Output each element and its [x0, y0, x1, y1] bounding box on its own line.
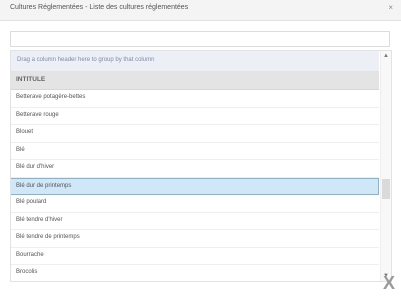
row-text: Blé dur d'hiver — [16, 164, 55, 170]
table-row[interactable]: Brocolis — [11, 265, 379, 281]
vertical-scrollbar[interactable]: ▲ ▼ — [380, 51, 391, 281]
table-row[interactable]: Blé poulard — [11, 195, 379, 213]
table-row[interactable]: Betterave potagère-bettes — [11, 90, 379, 108]
row-text: Blé poulard — [16, 199, 47, 205]
data-grid: Drag a column header here to group by th… — [10, 50, 392, 282]
group-panel-text: Drag a column header here to group by th… — [17, 57, 155, 63]
row-text: Blé tendre d'hiver — [16, 216, 63, 223]
search-input[interactable] — [10, 31, 390, 47]
row-text: Blé — [16, 146, 25, 153]
row-text: Bourrache — [16, 251, 44, 258]
table-row[interactable]: Betterave rouge — [11, 108, 379, 125]
scroll-up-icon[interactable]: ▲ — [383, 53, 389, 59]
grid-rows: Betterave potagère-bettes Betterave roug… — [11, 90, 379, 281]
table-row[interactable]: Blé tendre de printemps — [11, 230, 379, 248]
table-row[interactable]: Blé — [11, 143, 379, 160]
dialog-titlebar: Cultures Réglementées - Liste des cultur… — [0, 0, 401, 21]
dialog-title: Cultures Réglementées - Liste des cultur… — [10, 4, 189, 11]
row-text: Blé tendre de printemps — [16, 234, 80, 240]
table-row[interactable]: Blé dur d'hiver — [11, 160, 379, 178]
row-text: Blouet — [16, 129, 34, 135]
scrollbar-thumb[interactable] — [382, 179, 390, 199]
group-panel[interactable]: Drag a column header here to group by th… — [11, 51, 379, 72]
table-row[interactable]: Blouet — [11, 125, 379, 143]
close-button[interactable]: X — [383, 273, 395, 294]
table-row[interactable]: Bourrache — [11, 248, 379, 265]
dialog: Cultures Réglementées - Liste des cultur… — [0, 0, 401, 302]
table-row-selected[interactable]: Blé dur de printemps — [11, 177, 379, 195]
close-icon[interactable]: × — [388, 3, 393, 12]
row-text: Blé dur de printemps — [16, 182, 72, 189]
row-text: Brocolis — [16, 269, 38, 275]
row-text: Betterave rouge — [16, 111, 59, 118]
column-header[interactable]: INTITULE — [11, 72, 379, 90]
table-row[interactable]: Blé tendre d'hiver — [11, 213, 379, 230]
row-text: Betterave potagère-bettes — [16, 94, 86, 100]
column-header-label: INTITULE — [16, 76, 46, 83]
